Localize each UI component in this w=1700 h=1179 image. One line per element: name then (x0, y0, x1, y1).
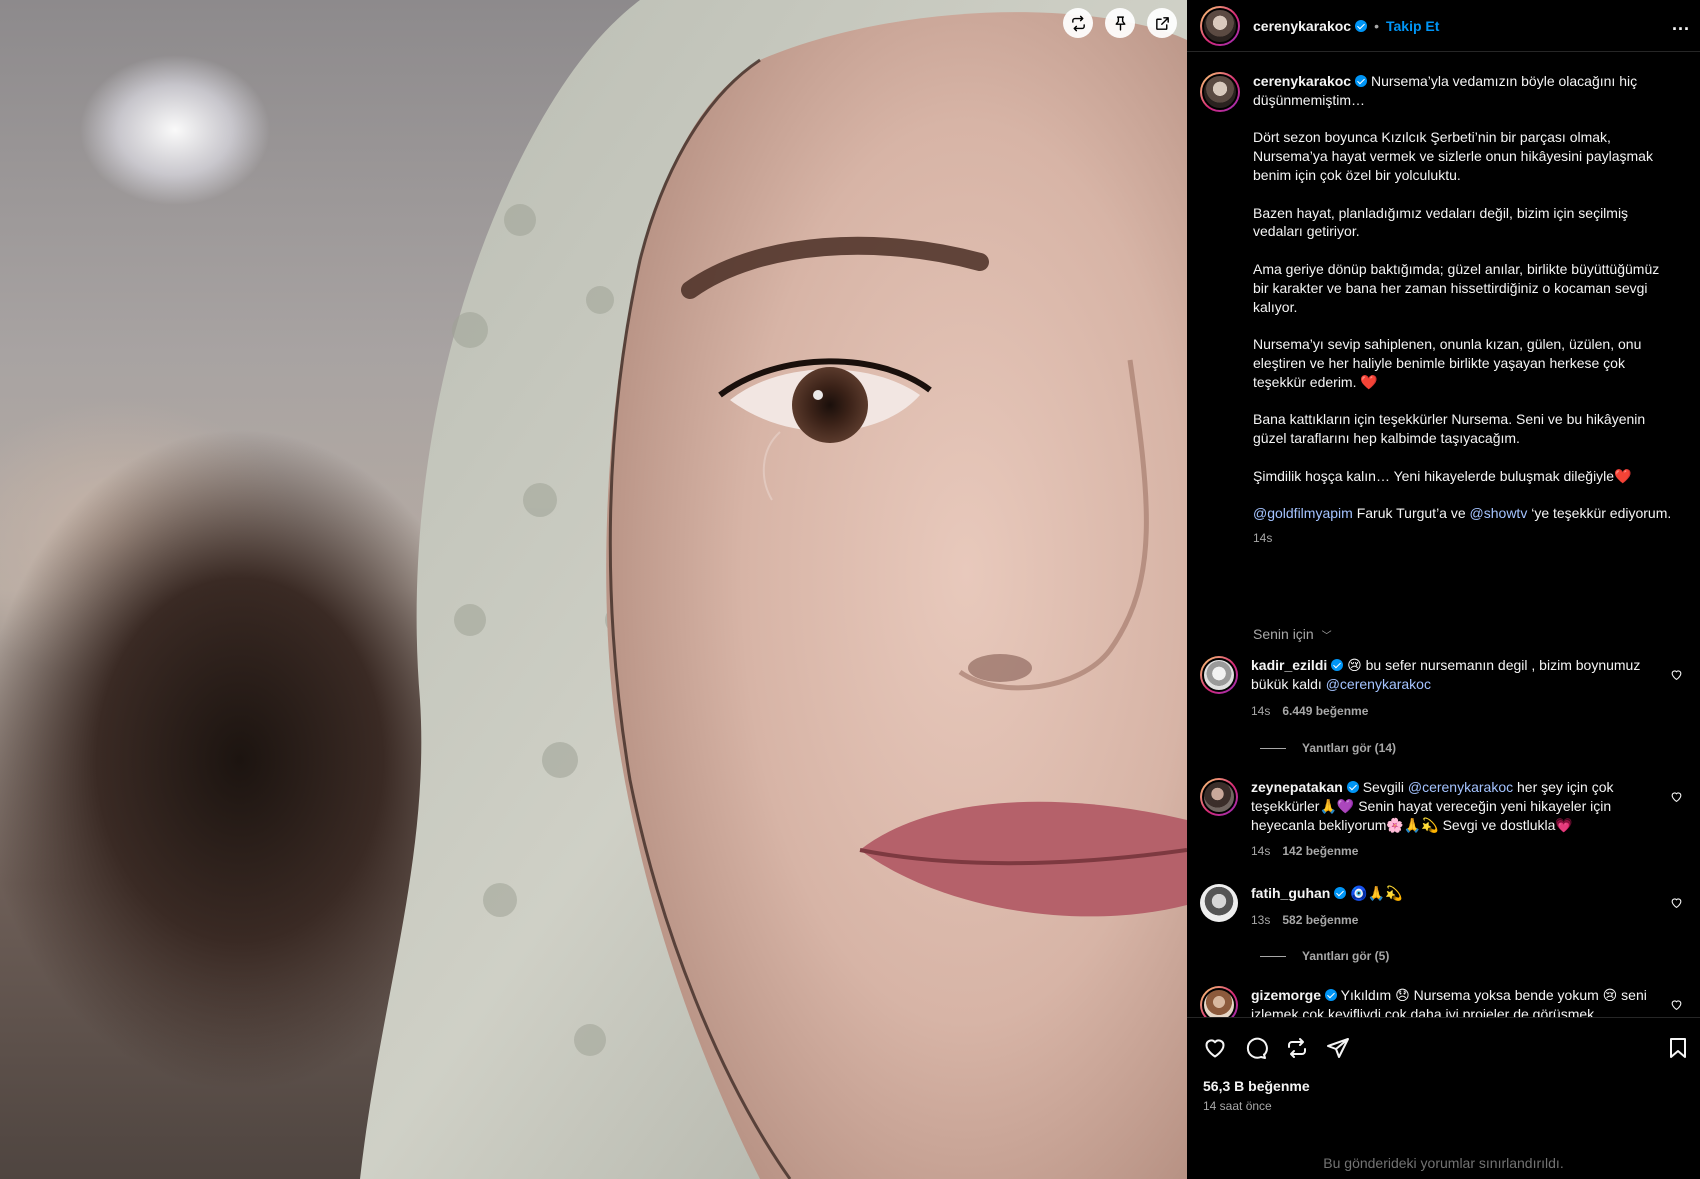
media-toolbar (1063, 8, 1177, 38)
author-username[interactable]: cerenykarakoc (1253, 18, 1351, 34)
comments-limited-notice: Bu gönderideki yorumlar sınırlandırıldı. (1323, 1155, 1564, 1171)
mention-link[interactable]: @showtv (1470, 505, 1528, 521)
caption-paragraph: Nursema’yı sevip sahiplenen, onunla kıza… (1253, 336, 1642, 390)
comment-item: gizemorge Yıkıldım 😞 Nursema yoksa bende… (1200, 986, 1690, 1017)
view-replies-button[interactable]: Yanıtları gör (5) (1260, 949, 1389, 963)
comment-age: 14s (1251, 703, 1271, 718)
comment-sort-dropdown[interactable]: Senin için ﹀ (1253, 626, 1332, 642)
repost-icon (1071, 15, 1085, 31)
caption-avatar[interactable] (1200, 72, 1240, 112)
caption-credits: @goldfilmyapim Faruk Turgut’a ve @showtv… (1253, 504, 1673, 523)
heart-icon[interactable] (1203, 1036, 1227, 1060)
like-comment-heart-icon[interactable] (1670, 668, 1683, 681)
comment-likes[interactable]: 582 beğenme (1282, 913, 1358, 927)
like-comment-heart-icon[interactable] (1670, 998, 1683, 1011)
verified-badge-icon (1334, 887, 1347, 899)
like-comment-heart-icon[interactable] (1670, 790, 1683, 803)
post-side-panel: cerenykarakoc • Takip Et ... cerenykarak… (1187, 0, 1700, 1179)
comment-item: zeynepatakan Sevgili @cerenykarakoc her … (1200, 778, 1690, 861)
sort-label: Senin için (1253, 626, 1314, 642)
verified-badge-icon (1355, 75, 1368, 87)
caption-text: ‘ye teşekkür ediyorum. (1527, 505, 1672, 522)
caption-paragraph: Ama geriye dönüp baktığımda; güzel anıla… (1253, 260, 1660, 315)
commenter-avatar[interactable] (1200, 986, 1238, 1017)
post-timestamp[interactable]: 14 saat önce (1203, 1099, 1272, 1113)
caption-text: Faruk Turgut’a ve (1352, 505, 1470, 522)
send-icon[interactable] (1326, 1036, 1350, 1060)
commenter-username[interactable]: fatih_guhan (1251, 885, 1330, 901)
share-external-icon (1155, 16, 1169, 30)
post-image (360, 0, 1187, 1179)
like-comment-heart-icon[interactable] (1670, 896, 1683, 909)
comment-text: 🧿🙏💫 (1346, 885, 1403, 901)
caption-username[interactable]: cerenykarakoc (1253, 73, 1351, 89)
verified-badge-icon (1355, 19, 1368, 32)
action-icons (1203, 1036, 1350, 1060)
likes-count[interactable]: 56,3 B beğenme (1203, 1078, 1310, 1094)
view-replies-button[interactable]: Yanıtları gör (14) (1260, 741, 1396, 755)
save-button[interactable] (1666, 1036, 1690, 1060)
repost-media-button[interactable] (1063, 8, 1093, 38)
chevron-down-icon: ﹀ (1321, 631, 1332, 642)
caption-age: 14s (1253, 531, 1273, 546)
comment-meta: 13s 582 beğenme (1251, 911, 1671, 930)
view-replies-label: Yanıtları gör (5) (1302, 949, 1390, 963)
commenter-avatar[interactable] (1200, 778, 1238, 816)
comment-likes[interactable]: 142 beğenme (1282, 844, 1358, 858)
comment-item: fatih_guhan 🧿🙏💫 13s 582 beğenme (1200, 884, 1690, 930)
author-avatar[interactable] (1200, 5, 1240, 46)
pin-button[interactable] (1105, 8, 1135, 38)
post-actions: 56,3 B beğenme 14 saat önce Bu gönderide… (1187, 1017, 1700, 1179)
verified-badge-icon (1331, 659, 1344, 671)
mention-link[interactable]: @goldfilmyapim (1253, 505, 1353, 521)
commenter-avatar[interactable] (1200, 656, 1238, 694)
comment-likes[interactable]: 6.449 beğenme (1282, 704, 1368, 718)
view-replies-label: Yanıtları gör (14) (1302, 741, 1397, 755)
comment-meta: 14s 142 beğenme (1251, 842, 1671, 861)
commenter-username[interactable]: kadir_ezildi (1251, 657, 1327, 673)
caption-paragraph: Bana kattıkların için teşekkürler Nursem… (1253, 411, 1646, 447)
comment-age: 14s (1251, 844, 1271, 859)
comment-meta: 14s 6.449 beğenme (1251, 702, 1671, 721)
commenter-username[interactable]: zeynepatakan (1251, 779, 1343, 795)
commenter-avatar[interactable] (1200, 884, 1238, 922)
repost-icon[interactable] (1285, 1036, 1309, 1060)
follow-button[interactable]: Takip Et (1386, 18, 1439, 34)
post-media[interactable] (0, 0, 1187, 1179)
comment-icon[interactable] (1244, 1036, 1268, 1060)
comments-scroll-area[interactable]: cerenykarakoc Nursema’yla vedamızın böyl… (1187, 60, 1700, 1017)
pin-icon (1115, 15, 1125, 31)
caption-paragraph: Şimdilik hoşça kalın… Yeni hikayelerde b… (1253, 467, 1632, 484)
verified-badge-icon (1346, 781, 1359, 793)
verified-badge-icon (1325, 989, 1338, 1001)
comment-age: 13s (1251, 912, 1271, 927)
open-external-button[interactable] (1147, 8, 1177, 38)
more-options-icon[interactable]: ... (1672, 14, 1690, 35)
caption: cerenykarakoc Nursema’yla vedamızın böyl… (1200, 72, 1690, 548)
caption-paragraph: Bazen hayat, planladığımız vedaları deği… (1253, 204, 1629, 240)
bookmark-icon (1670, 1038, 1686, 1058)
comment-text: Sevgili (1358, 779, 1408, 795)
separator-dot: • (1374, 17, 1379, 34)
caption-paragraph: Dört sezon boyunca Kızılcık Şerbeti’nin … (1253, 129, 1653, 183)
commenter-username[interactable]: gizemorge (1251, 987, 1321, 1003)
post-header: cerenykarakoc • Takip Et ... (1187, 0, 1700, 52)
mention-link[interactable]: @cerenykarakoc (1326, 676, 1431, 692)
comment-item: kadir_ezildi 😢 bu sefer nursemanın degil… (1200, 656, 1690, 720)
mention-link[interactable]: @cerenykarakoc (1408, 779, 1513, 795)
